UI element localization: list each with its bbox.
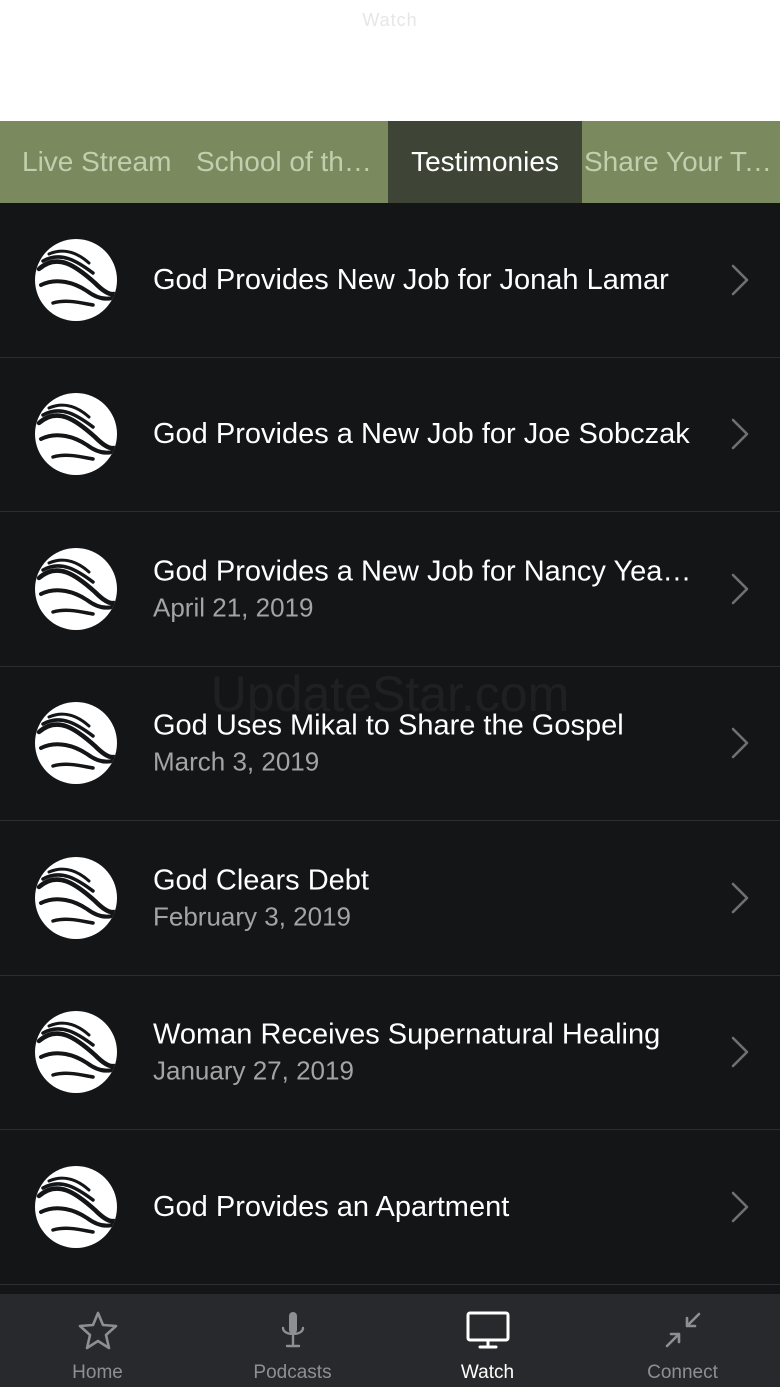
list-item-date: January 27, 2019	[153, 1055, 354, 1086]
list-item-title: God Provides a New Job for Joe Sobczak	[153, 418, 690, 451]
tab-share-your-testimony[interactable]: Share Your Testimony	[582, 121, 780, 203]
tabbar-label: Watch	[460, 1362, 515, 1383]
chevron-right-icon	[731, 573, 749, 605]
tabbar-item-home[interactable]: Home	[0, 1294, 195, 1387]
star-icon	[78, 1311, 117, 1350]
tabbar-item-watch[interactable]: Watch	[390, 1294, 585, 1387]
tab-live-stream[interactable]: Live Stream	[0, 121, 196, 203]
tabbar-item-connect[interactable]: Connect	[585, 1294, 780, 1387]
dove-logo-icon	[35, 238, 117, 321]
collapse-arrows-icon	[665, 1312, 700, 1348]
list-item-title: God Provides an Apartment	[153, 1190, 510, 1223]
list-item[interactable]: God Provides a New Job for Joe Sobczak	[0, 358, 780, 512]
list-item-title: Woman Receives Supernatural Healing	[153, 1018, 661, 1051]
header-title: Watch	[362, 10, 418, 30]
list-item-title: God Provides a New Job for Nancy Yeager	[153, 555, 702, 588]
list-item[interactable]: God Provides a New Job for Nancy Yeager …	[0, 512, 780, 667]
list-item-date: February 3, 2019	[153, 901, 352, 932]
list-item[interactable]: God Clears Debt February 3, 2019	[0, 821, 780, 976]
testimonies-list: God Provides New Job for Jonah Lamar God…	[0, 203, 780, 1294]
tv-icon	[466, 1311, 509, 1349]
chevron-right-icon	[731, 882, 749, 914]
dove-logo-icon	[35, 547, 117, 630]
chevron-right-icon	[731, 264, 749, 296]
dove-logo-icon	[35, 393, 117, 476]
list-item-text: God Provides a New Job for Joe Sobczak	[153, 416, 702, 452]
dove-logo-icon	[35, 1011, 117, 1094]
list-item[interactable]: God Provides New Job for Jonah Lamar	[0, 203, 780, 358]
tabbar-item-podcasts[interactable]: Podcasts	[195, 1294, 390, 1387]
list-item-title: God Provides New Job for Jonah Lamar	[153, 263, 669, 296]
list-item-text: Woman Receives Supernatural Healing Janu…	[153, 1017, 702, 1088]
microphone-icon	[281, 1312, 304, 1348]
dove-logo-icon	[35, 856, 117, 939]
tab-school-of-the-spirit[interactable]: School of the Spirit	[196, 121, 388, 203]
list-item-text: God Provides an Apartment	[153, 1189, 702, 1225]
header: Watch	[0, 0, 780, 121]
list-item-text: God Clears Debt February 3, 2019	[153, 862, 702, 933]
tabbar-label: Podcasts	[253, 1362, 332, 1383]
list-item-text: God Uses Mikal to Share the Gospel March…	[153, 708, 702, 779]
list-item[interactable]: God Uses Mikal to Share the Gospel March…	[0, 667, 780, 821]
bottom-tab-bar: Home Podcasts Watch Connect	[0, 1294, 780, 1387]
list-item-date: April 21, 2019	[153, 592, 314, 623]
category-tabs: Live Stream School of the Spirit Testimo…	[0, 121, 780, 203]
dove-logo-icon	[35, 702, 117, 785]
chevron-right-icon	[731, 1036, 749, 1068]
list-item-date: March 3, 2019	[153, 746, 320, 777]
tab-testimonies[interactable]: Testimonies	[388, 121, 582, 203]
list-item[interactable]: God Provides an Apartment	[0, 1130, 780, 1285]
list-item-text: God Provides a New Job for Nancy Yeager …	[153, 553, 702, 624]
list-item-title: God Uses Mikal to Share the Gospel	[153, 709, 624, 742]
chevron-right-icon	[731, 418, 749, 450]
list-item-text: God Provides New Job for Jonah Lamar	[153, 262, 702, 298]
tabbar-label: Home	[72, 1362, 123, 1383]
dove-logo-icon	[35, 1165, 117, 1248]
tabbar-label: Connect	[647, 1362, 718, 1383]
list-item[interactable]: Woman Receives Supernatural Healing Janu…	[0, 976, 780, 1130]
chevron-right-icon	[731, 727, 749, 759]
chevron-right-icon	[731, 1191, 749, 1223]
list-item-title: God Clears Debt	[153, 864, 369, 897]
